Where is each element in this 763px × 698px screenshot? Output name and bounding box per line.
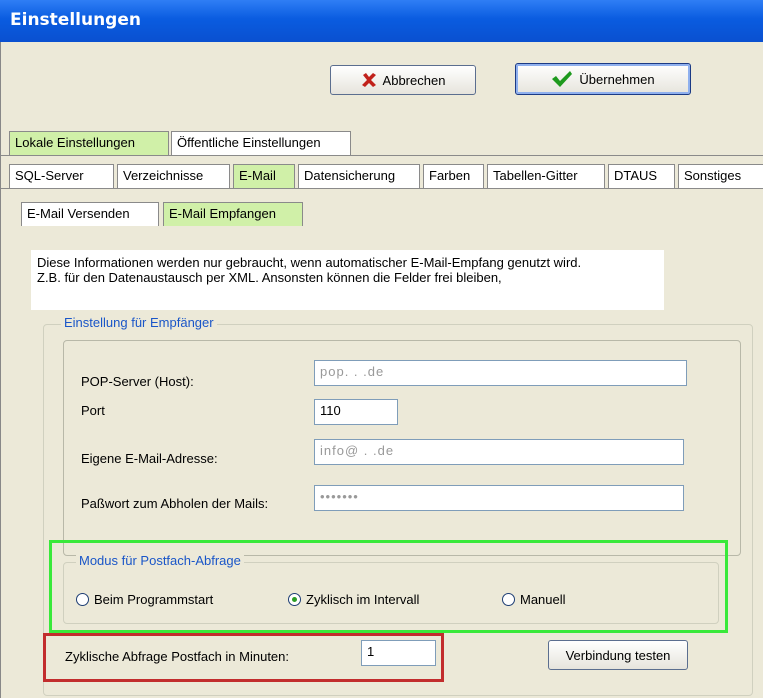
test-connection-button[interactable]: Verbindung testen — [548, 640, 688, 670]
radio-label: Manuell — [520, 592, 566, 607]
password-label: Paßwort zum Abholen der Mails: — [81, 496, 269, 511]
tab-label: E-Mail — [239, 168, 276, 183]
tab-label: E-Mail Empfangen — [169, 206, 276, 221]
tab-email[interactable]: E-Mail — [233, 164, 295, 188]
cancel-x-icon — [361, 73, 376, 87]
window-title: Einstellungen — [10, 10, 141, 30]
test-connection-label: Verbindung testen — [565, 647, 671, 663]
email-address-input[interactable]: info@ . .de — [314, 439, 684, 465]
tab-local-settings[interactable]: Lokale Einstellungen — [9, 131, 169, 155]
tab-sql-server[interactable]: SQL-Server — [9, 164, 114, 188]
port-input[interactable]: 110 — [314, 399, 398, 425]
title-bar: Einstellungen — [0, 0, 763, 42]
cancel-button[interactable]: Abbrechen — [330, 65, 476, 95]
main-tab-row: Lokale Einstellungen Öffentliche Einstel… — [1, 131, 763, 156]
radio-label: Beim Programmstart — [94, 592, 214, 607]
password-input[interactable]: ••••••• — [314, 485, 684, 511]
tab-label: Tabellen-Gitter — [493, 168, 578, 183]
email-address-label: Eigene E-Mail-Adresse: — [81, 451, 218, 466]
cancel-button-label: Abbrechen — [382, 72, 446, 88]
tab-tabellen-gitter[interactable]: Tabellen-Gitter — [487, 164, 605, 188]
email-tab-row: E-Mail Versenden E-Mail Empfangen — [1, 202, 763, 226]
tab-dtaus[interactable]: DTAUS — [608, 164, 675, 188]
tab-verzeichnisse[interactable]: Verzeichnisse — [117, 164, 230, 188]
tab-label: Sonstiges — [684, 168, 742, 183]
tab-farben[interactable]: Farben — [423, 164, 484, 188]
checkmark-icon — [552, 71, 573, 87]
radio-circle — [502, 593, 515, 606]
tab-label: DTAUS — [614, 168, 658, 183]
tab-email-receive[interactable]: E-Mail Empfangen — [163, 202, 303, 226]
radio-circle-selected — [288, 593, 301, 606]
interval-label: Zyklische Abfrage Postfach in Minuten: — [65, 649, 290, 664]
port-label: Port — [81, 403, 105, 418]
tab-datensicherung[interactable]: Datensicherung — [298, 164, 420, 188]
info-line-1: Diese Informationen werden nur gebraucht… — [37, 255, 582, 270]
tab-label: Lokale Einstellungen — [15, 135, 135, 150]
radio-cyclic-interval[interactable]: Zyklisch im Intervall — [288, 592, 419, 607]
tab-label: Verzeichnisse — [123, 168, 204, 183]
tab-sonstiges[interactable]: Sonstiges — [678, 164, 763, 188]
tab-label: Farben — [429, 168, 471, 183]
mode-group-title: Modus für Postfach-Abfrage — [76, 553, 244, 568]
interval-input[interactable]: 1 — [361, 640, 436, 666]
tab-email-send[interactable]: E-Mail Versenden — [21, 202, 159, 226]
tab-label: Datensicherung — [304, 168, 396, 183]
radio-manual[interactable]: Manuell — [502, 592, 566, 607]
receiver-group-title: Einstellung für Empfänger — [61, 315, 217, 330]
apply-button[interactable]: Übernehmen — [515, 63, 691, 95]
sub-tab-row: SQL-Server Verzeichnisse E-Mail Datensic… — [1, 164, 763, 189]
pop-server-label: POP-Server (Host): — [81, 374, 194, 389]
tab-label: E-Mail Versenden — [27, 206, 130, 221]
settings-window: Abbrechen Übernehmen Lokale Einstellunge… — [0, 42, 763, 698]
tab-label: Öffentliche Einstellungen — [177, 135, 321, 150]
radio-circle — [76, 593, 89, 606]
apply-button-label: Übernehmen — [579, 71, 655, 87]
pop-server-input[interactable]: pop. . .de — [314, 360, 687, 386]
info-text: Diese Informationen werden nur gebraucht… — [31, 250, 664, 310]
tab-public-settings[interactable]: Öffentliche Einstellungen — [171, 131, 351, 155]
radio-program-start[interactable]: Beim Programmstart — [76, 592, 213, 607]
radio-label: Zyklisch im Intervall — [306, 592, 420, 607]
info-line-2: Z.B. für den Datenaustausch per XML. Ans… — [37, 270, 502, 285]
tab-label: SQL-Server — [15, 168, 84, 183]
